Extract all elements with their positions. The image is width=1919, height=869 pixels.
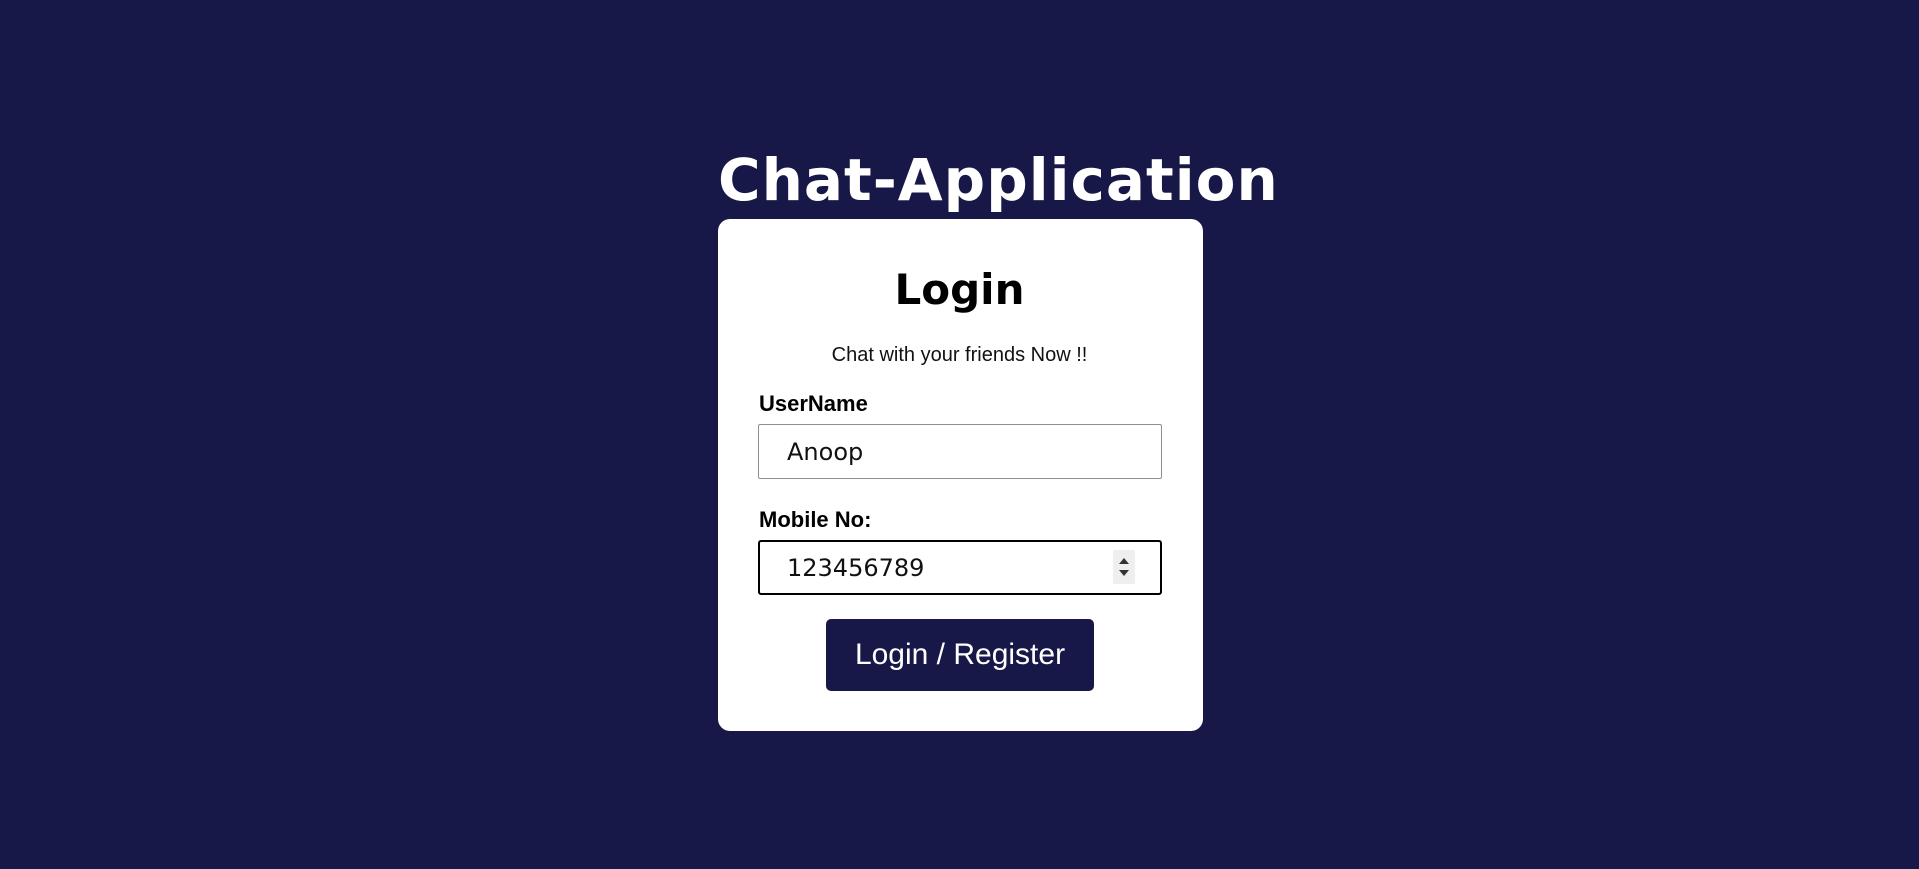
username-input[interactable] xyxy=(758,424,1162,479)
login-register-button[interactable]: Login / Register xyxy=(826,619,1094,691)
app-title: Chat-Application xyxy=(718,146,1279,214)
mobile-label: Mobile No: xyxy=(759,507,872,532)
login-tagline: Chat with your friends Now !! xyxy=(831,344,1088,366)
spinner-down-icon[interactable] xyxy=(1119,570,1129,576)
username-label: UserName xyxy=(759,391,868,416)
mobile-input[interactable] xyxy=(758,540,1162,595)
spinner-up-icon[interactable] xyxy=(1119,558,1129,564)
mobile-number-spinner[interactable] xyxy=(1113,550,1135,584)
login-heading: Login xyxy=(894,265,1025,314)
